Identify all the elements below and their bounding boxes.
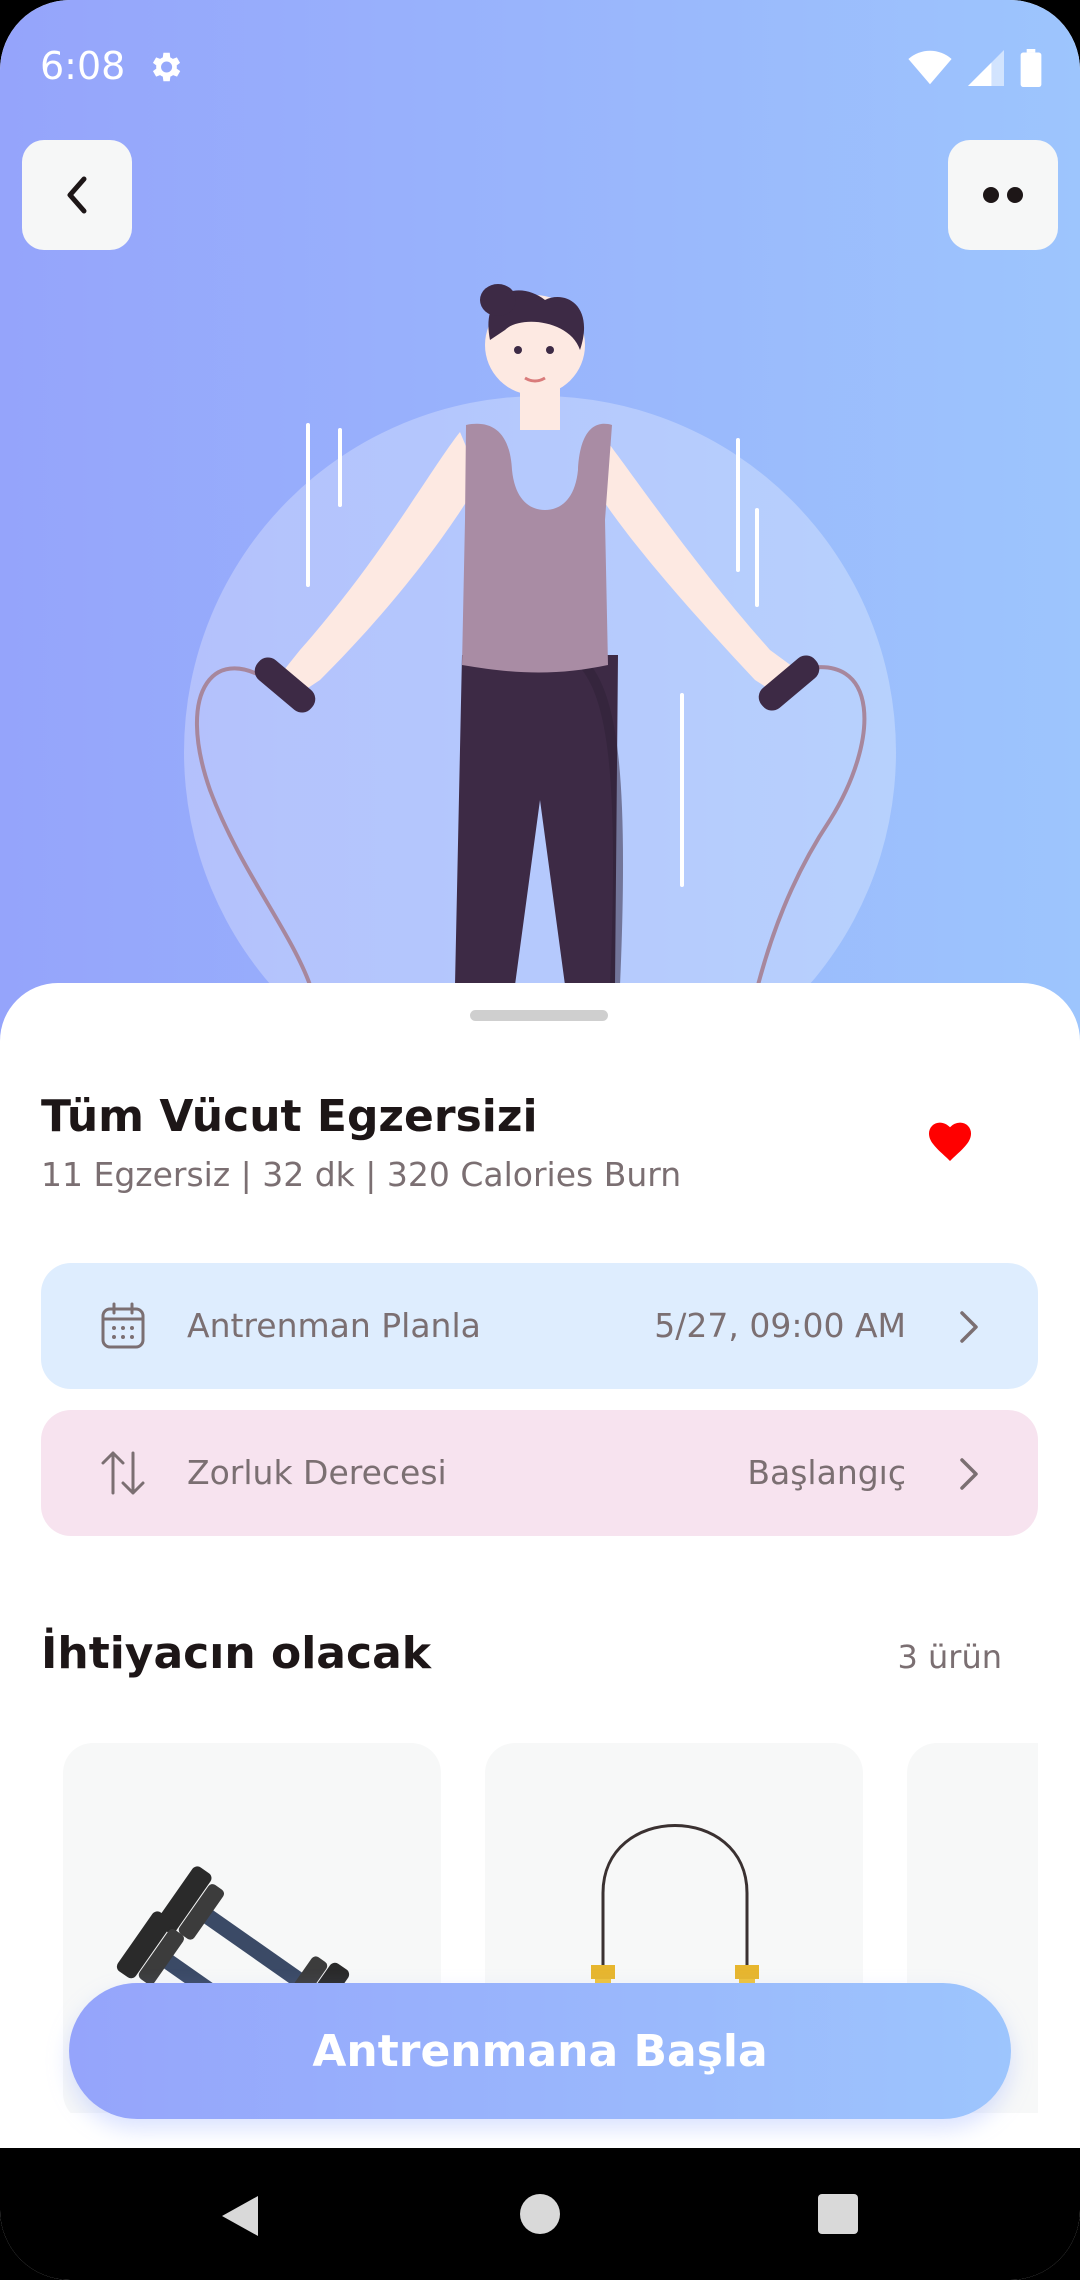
equipment-count[interactable]: 3 ürün (897, 1638, 1002, 1676)
more-button[interactable] (948, 140, 1058, 250)
nav-recent-icon[interactable] (818, 2194, 858, 2234)
chevron-right-icon (960, 1311, 978, 1343)
difficulty-value: Başlangıç (747, 1453, 906, 1492)
status-time: 6:08 (40, 44, 126, 88)
status-bar: 6:08 (0, 0, 1080, 136)
workout-subtitle: 11 Egzersiz | 32 dk | 320 Calories Burn (41, 1155, 682, 1194)
screen: 6:08 Tüm Vücut Egzersizi 11 Egzersiz | 3… (0, 0, 1080, 2280)
nav-back-icon[interactable] (218, 2192, 262, 2240)
drag-handle[interactable] (470, 1010, 608, 1021)
battery-icon (1020, 49, 1042, 87)
difficulty-row[interactable]: Zorluk Derecesi Başlangıç (41, 1410, 1038, 1536)
system-navigation-bar (0, 2148, 1080, 2280)
difficulty-label: Zorluk Derecesi (187, 1453, 447, 1492)
status-indicators (908, 48, 1042, 88)
workout-illustration (184, 284, 896, 1060)
schedule-label: Antrenman Planla (187, 1306, 481, 1345)
signal-icon (968, 50, 1004, 86)
more-dots-icon (983, 187, 1023, 203)
schedule-value: 5/27, 09:00 AM (654, 1306, 906, 1345)
workout-detail-sheet: Tüm Vücut Egzersizi 11 Egzersiz | 32 dk … (0, 983, 1080, 2150)
chevron-right-icon (960, 1458, 978, 1490)
wifi-icon (908, 50, 952, 85)
back-button[interactable] (22, 140, 132, 250)
hero-banner: 6:08 (0, 0, 1080, 1060)
sort-arrows-icon (101, 1451, 145, 1495)
calendar-icon (101, 1302, 145, 1349)
equipment-title: İhtiyacın olacak (41, 1628, 432, 1679)
start-workout-button[interactable]: Antrenmana Başla (69, 1983, 1011, 2119)
schedule-workout-row[interactable]: Antrenman Planla 5/27, 09:00 AM (41, 1263, 1038, 1389)
chevron-left-icon (67, 176, 87, 214)
heart-icon[interactable] (926, 1118, 974, 1162)
workout-title: Tüm Vücut Egzersizi (41, 1091, 538, 1142)
settings-icon (152, 52, 181, 82)
nav-home-icon[interactable] (520, 2194, 560, 2234)
